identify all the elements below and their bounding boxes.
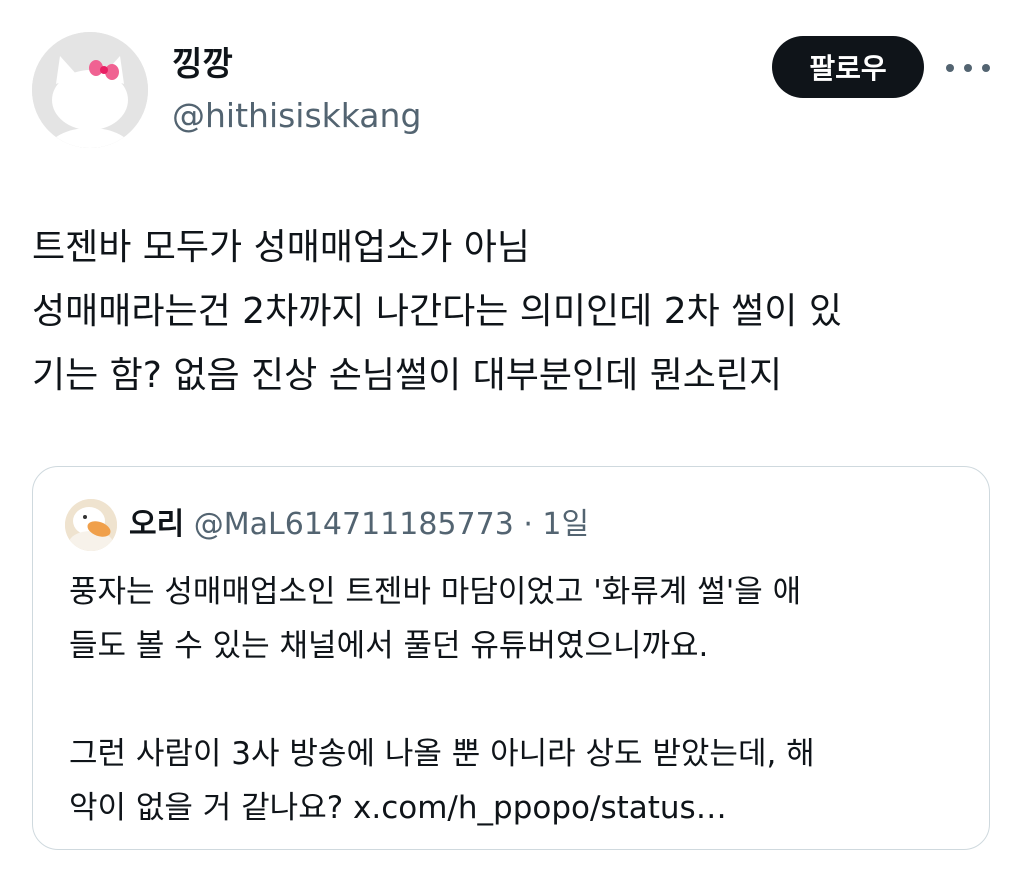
quoted-author-avatar[interactable] [65, 499, 117, 551]
quoted-separator: · [513, 507, 543, 542]
quoted-tweet-card[interactable]: 오리 @MaL614711185773 · 1일 풍자는 성매매업소인 트젠바 … [32, 466, 990, 850]
quoted-text-line: 들도 볼 수 있는 채널에서 풀던 유튜버였으니까요. [69, 628, 709, 664]
duck-avatar-icon [65, 499, 117, 551]
tweet-text-line: 기는 함? 없음 진상 손님썰이 대부분인데 뭔소린지 [32, 355, 783, 396]
author-handle[interactable]: @hithisiskkang [172, 96, 421, 136]
more-dot [946, 64, 954, 72]
tweet-text-line: 트젠바 모두가 성매매업소가 아님 [32, 227, 531, 268]
quoted-author-handle[interactable]: @MaL614711185773 [194, 507, 514, 542]
quoted-text-line: 풍자는 성매매업소인 트젠바 마담이었고 '화류계 썰'을 애 [69, 574, 802, 610]
quoted-timestamp[interactable]: 1일 [542, 507, 589, 542]
quoted-text-line: 악이 없을 거 같나요? x.com/h_ppopo/status… [69, 790, 727, 826]
quoted-text-blank-line [69, 673, 959, 727]
hello-kitty-avatar-icon [32, 32, 148, 148]
tweet-text-line: 성매매라는건 2차까지 나간다는 의미인데 2차 썰이 있 [32, 291, 842, 332]
quoted-tweet-text: 풍자는 성매매업소인 트젠바 마담이었고 '화류계 썰'을 애 들도 볼 수 있… [69, 565, 959, 835]
quoted-author-name[interactable]: 오리 [129, 507, 184, 542]
quoted-tweet-header: 오리 @MaL614711185773 · 1일 [129, 505, 589, 545]
author-avatar[interactable] [32, 32, 148, 148]
follow-button[interactable]: 팔로우 [772, 36, 924, 98]
tweet-text: 트젠바 모두가 성매매업소가 아님 성매매라는건 2차까지 나간다는 의미인데 … [32, 216, 992, 408]
more-dot [982, 64, 990, 72]
more-dot [964, 64, 972, 72]
author-display-name[interactable]: 낑깡 [172, 44, 233, 84]
quoted-text-line: 그런 사람이 3사 방송에 나올 뿐 아니라 상도 받았는데, 해 [69, 736, 815, 772]
more-horizontal-icon[interactable] [946, 58, 990, 78]
